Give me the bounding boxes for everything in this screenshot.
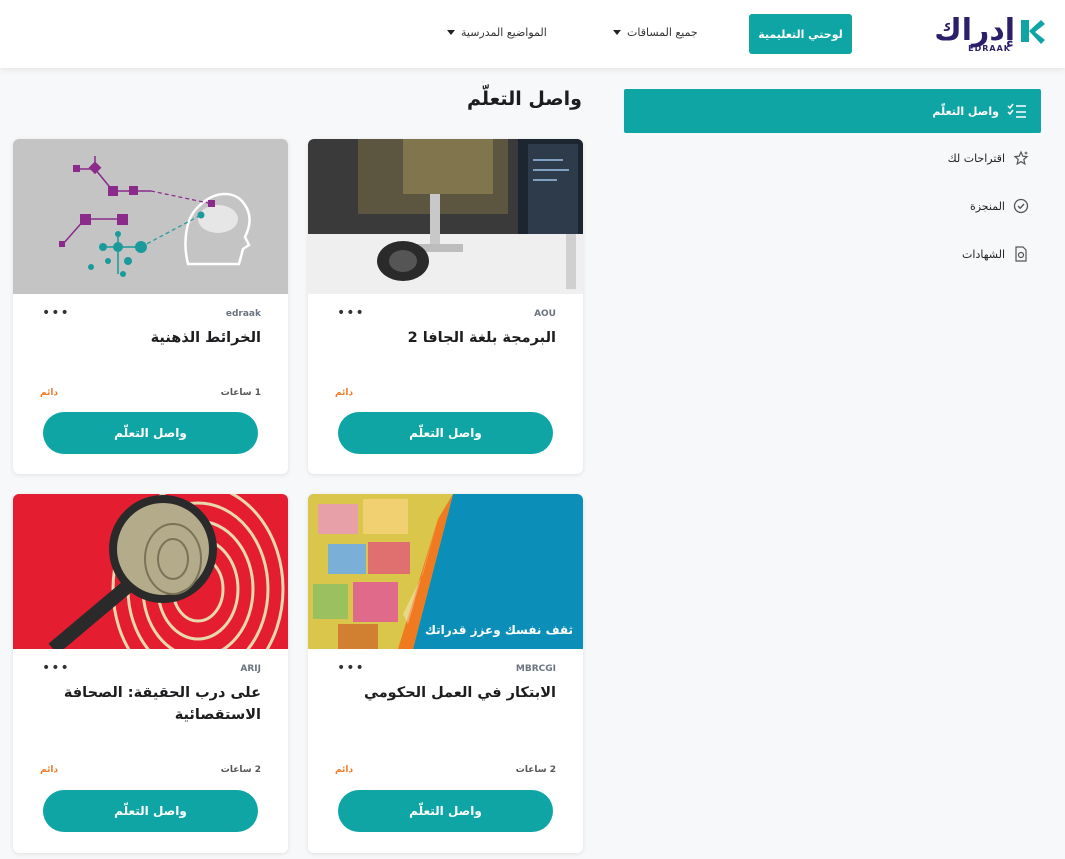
course-thumbnail: [13, 494, 288, 649]
continue-learning-button[interactable]: واصل التعلّم: [43, 790, 258, 832]
sidebar-item-label: اقتراحات لك: [947, 151, 1005, 165]
course-provider: ARIJ: [240, 664, 261, 674]
course-title: على درب الحقيقة: الصحافة الاستقصائية: [63, 685, 261, 723]
logo-text: إدراك: [934, 13, 1015, 48]
list-check-icon: [1007, 103, 1026, 118]
nav-school-subjects-label: المواضيع المدرسية: [461, 26, 547, 39]
nav-all-courses[interactable]: جميع المساقات: [613, 26, 698, 39]
course-title: البرمجة بلغة الجافا 2: [407, 330, 556, 346]
my-dashboard-button[interactable]: لوحتي التعليمية: [749, 14, 852, 54]
course-provider: edraak: [225, 309, 261, 319]
sidebar-item-suggestions[interactable]: اقتراحات لك: [879, 150, 1029, 166]
course-status: دائم: [40, 765, 59, 775]
nav-all-courses-label: جميع المساقات: [627, 26, 698, 39]
sidebar-item-certificates[interactable]: الشهادات: [879, 246, 1029, 262]
course-card[interactable]: ARIJ ••• على درب الحقيقة: الصحافة الاستق…: [13, 494, 288, 853]
sidebar-item-continue-learning[interactable]: واصل التعلّم: [624, 89, 1041, 133]
course-card[interactable]: edraak ••• الخرائط الذهنية 1 ساعات دائم …: [13, 139, 288, 474]
course-provider: MBRCGI: [515, 664, 556, 674]
course-thumbnail: [13, 139, 288, 294]
more-options-icon[interactable]: •••: [42, 660, 70, 676]
badge-check-icon: [1013, 198, 1029, 214]
course-title: الخرائط الذهنية: [150, 330, 261, 346]
course-card[interactable]: ثقف نفسك وعزز قدراتك MBRCGI ••• الابتكار…: [308, 494, 583, 853]
course-thumbnail: ثقف نفسك وعزز قدراتك: [308, 494, 583, 649]
nav-school-subjects[interactable]: المواضيع المدرسية: [447, 26, 547, 39]
sidebar-item-completed[interactable]: المنجزة: [879, 198, 1029, 214]
top-header: إدراك EDRAAK لوحتي التعليمية جميع المساق…: [0, 0, 1065, 68]
course-hours: 2 ساعات: [220, 765, 261, 775]
sparkle-star-icon: [1013, 150, 1029, 166]
sidebar-item-label: واصل التعلّم: [932, 104, 999, 118]
course-thumbnail: [308, 139, 583, 294]
course-provider: AOU: [534, 309, 556, 319]
course-banner-text: ثقف نفسك وعزز قدراتك: [424, 623, 573, 637]
more-options-icon[interactable]: •••: [42, 305, 70, 321]
caret-down-icon: [447, 30, 455, 35]
continue-learning-button[interactable]: واصل التعلّم: [338, 790, 553, 832]
continue-learning-button[interactable]: واصل التعلّم: [338, 412, 553, 454]
sidebar-item-label: المنجزة: [969, 199, 1005, 213]
page-title: واصل التعلّم: [466, 88, 582, 110]
more-options-icon[interactable]: •••: [337, 305, 365, 321]
course-status: دائم: [335, 388, 354, 398]
more-options-icon[interactable]: •••: [337, 660, 365, 676]
logo-subtext: EDRAAK: [968, 44, 1011, 53]
caret-down-icon: [613, 30, 621, 35]
edraak-logo[interactable]: إدراك EDRAAK: [934, 13, 1045, 53]
course-hours: 1 ساعات: [220, 388, 261, 398]
course-status: دائم: [40, 388, 59, 398]
continue-learning-button[interactable]: واصل التعلّم: [43, 412, 258, 454]
course-hours: 2 ساعات: [515, 765, 556, 775]
course-title: الابتكار في العمل الحكومي: [364, 685, 556, 701]
course-status: دائم: [335, 765, 354, 775]
certificate-icon: [1015, 246, 1027, 262]
sidebar-item-label: الشهادات: [962, 247, 1005, 261]
logo-mark-icon: [1021, 20, 1045, 44]
course-card[interactable]: AOU ••• البرمجة بلغة الجافا 2 دائم واصل …: [308, 139, 583, 474]
